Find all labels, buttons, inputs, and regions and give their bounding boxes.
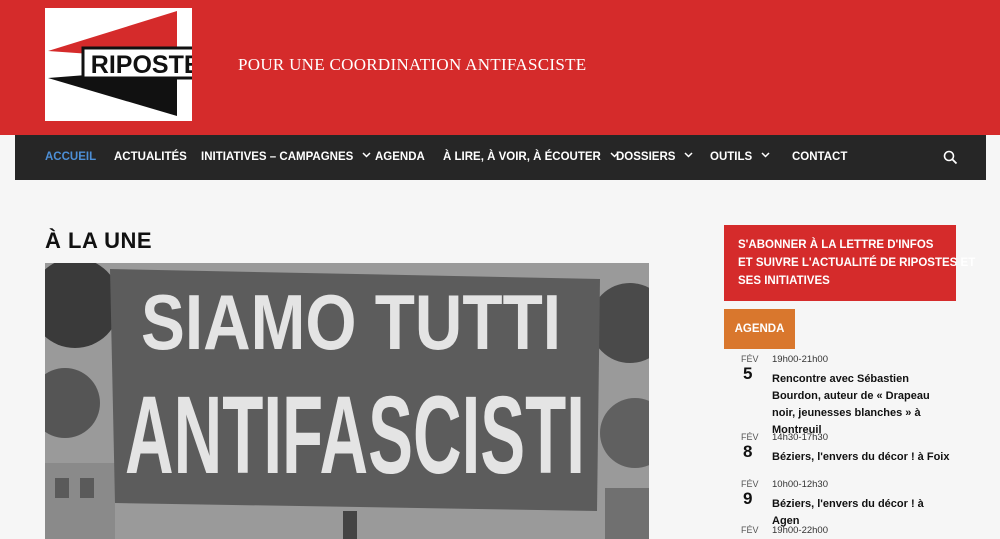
event-title[interactable]: Rencontre avec Sébastien Bourdon, auteur…	[772, 371, 952, 439]
nav-label: DOSSIERS	[616, 151, 676, 163]
featured-image[interactable]: SIAMO TUTTI ANTIFASCISTI	[45, 263, 649, 539]
sign-line-1: SIAMO TUTTI	[141, 278, 561, 366]
site-tagline: POUR UNE COORDINATION ANTIFASCISTE	[238, 55, 587, 74]
event-title[interactable]: Béziers, l'envers du décor ! à Foix	[772, 449, 952, 466]
event-day: 5	[743, 364, 753, 383]
site-logo[interactable]: RIPOSTES	[45, 8, 192, 121]
nav-label: À LIRE, À VOIR, À ÉCOUTER	[443, 151, 601, 163]
event-month: FÉV	[741, 525, 759, 535]
sign-line-2: ANTIFASCISTI	[125, 374, 585, 497]
nav-label: CONTACT	[792, 151, 848, 163]
nav-label: ACCUEIL	[45, 151, 97, 163]
event-month: FÉV	[741, 432, 759, 442]
nav-item-actualites[interactable]: ACTUALITÉS	[114, 135, 187, 180]
nav-label: OUTILS	[710, 151, 753, 163]
event-time: 19h00-22h00	[772, 525, 828, 536]
nav-item-accueil[interactable]: ACCUEIL	[45, 135, 96, 180]
chevron-down-icon	[684, 152, 693, 158]
event-time: 10h00-12h30	[772, 479, 828, 490]
chevron-down-icon	[362, 152, 371, 158]
nav-label: ACTUALITÉS	[114, 151, 187, 163]
section-title: À LA UNE	[45, 228, 153, 253]
nav-item-initiatives[interactable]: INITIATIVES – CAMPAGNES	[201, 135, 371, 180]
event-day: 8	[743, 442, 753, 461]
event-time: 19h00-21h00	[772, 354, 828, 365]
logo-text: RIPOSTES	[91, 51, 192, 79]
nav-item-agenda[interactable]: AGENDA	[375, 135, 425, 180]
nav-label: AGENDA	[375, 151, 425, 163]
nav-item-outils[interactable]: OUTILS	[710, 135, 770, 180]
subscribe-line: S'ABONNER À LA LETTRE D'INFOS	[738, 239, 934, 251]
subscribe-line: ET SUIVRE L'ACTUALITÉ DE RIPOSTES ET	[738, 257, 976, 269]
main-navigation: ACCUEIL ACTUALITÉS INITIATIVES – CAMPAGN…	[15, 135, 986, 180]
event-time: 14h30-17h30	[772, 432, 828, 443]
subscribe-line: SES INITIATIVES	[738, 275, 830, 287]
nav-label: INITIATIVES – CAMPAGNES	[201, 151, 354, 163]
search-icon[interactable]	[943, 150, 958, 165]
agenda-tab[interactable]: AGENDA	[724, 309, 795, 349]
event-month: FÉV	[741, 354, 759, 364]
nav-item-dossiers[interactable]: DOSSIERS	[616, 135, 693, 180]
nav-item-a-lire[interactable]: À LIRE, À VOIR, À ÉCOUTER	[443, 135, 619, 180]
site-header: RIPOSTES POUR UNE COORDINATION ANTIFASCI…	[0, 0, 1000, 135]
nav-item-contact[interactable]: CONTACT	[792, 135, 847, 180]
event-month: FÉV	[741, 479, 759, 489]
newsletter-subscribe-button[interactable]: S'ABONNER À LA LETTRE D'INFOS ET SUIVRE …	[724, 225, 976, 301]
event-day: 9	[743, 489, 753, 508]
chevron-down-icon	[761, 152, 770, 158]
